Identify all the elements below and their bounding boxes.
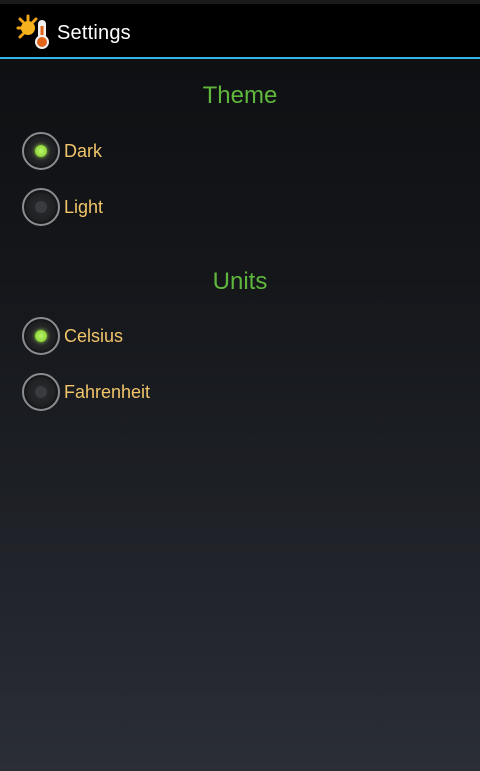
radio-button[interactable] bbox=[22, 373, 60, 411]
radio-label: Dark bbox=[64, 140, 103, 161]
radio-indicator bbox=[35, 330, 47, 342]
radio-label: Celsius bbox=[64, 325, 124, 346]
radio-label: Fahrenheit bbox=[64, 381, 151, 402]
action-bar-divider bbox=[0, 57, 480, 59]
radio-option-dark[interactable]: Dark bbox=[22, 131, 102, 171]
radio-button[interactable] bbox=[22, 317, 60, 355]
radio-option-celsius[interactable]: Celsius bbox=[22, 316, 123, 356]
radio-option-fahrenheit[interactable]: Fahrenheit bbox=[22, 372, 150, 412]
action-bar: Settings bbox=[0, 4, 480, 57]
section-header-units: Units bbox=[212, 268, 268, 295]
radio-indicator bbox=[35, 201, 47, 213]
radio-indicator bbox=[35, 386, 47, 398]
radio-button[interactable] bbox=[22, 188, 60, 226]
radio-label: Light bbox=[64, 196, 104, 217]
radio-indicator bbox=[35, 145, 47, 157]
radio-option-light[interactable]: Light bbox=[22, 187, 103, 227]
sun-thermometer-icon[interactable] bbox=[14, 14, 54, 50]
app-title: Settings bbox=[57, 22, 131, 44]
section-header-theme: Theme bbox=[202, 82, 278, 109]
radio-button[interactable] bbox=[22, 132, 60, 170]
